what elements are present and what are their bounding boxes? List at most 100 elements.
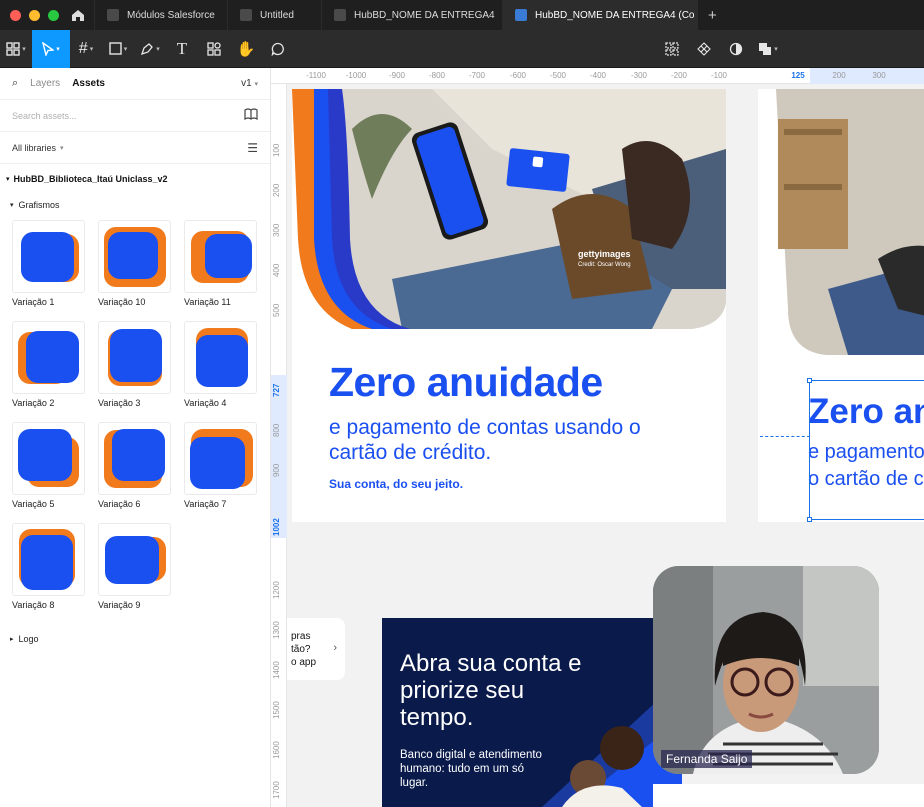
resize-handle[interactable] <box>807 378 812 383</box>
asset-thumbnail[interactable] <box>12 220 85 293</box>
new-tab-button[interactable]: + <box>698 7 727 24</box>
tab-layers[interactable]: Layers <box>30 78 60 89</box>
component-icon[interactable] <box>688 30 720 68</box>
contrast-icon[interactable] <box>720 30 752 68</box>
toolbar: ▾ ▾ # ▾ ▾ ▾ T ✋ ▾ <box>0 29 924 68</box>
asset-item[interactable]: Variação 3 <box>98 321 184 422</box>
tab-bar: Módulos Salesforce Untitled HubBD_NOME D… <box>0 0 924 30</box>
asset-item[interactable]: Variação 4 <box>184 321 270 422</box>
tagline[interactable]: Sua conta, do seu jeito. <box>329 477 463 491</box>
asset-thumbnail[interactable] <box>98 220 171 293</box>
text-icon: T <box>176 38 188 58</box>
resize-handle[interactable] <box>807 517 812 522</box>
list-view-icon[interactable]: ☰ <box>247 141 258 155</box>
comment-tool[interactable] <box>262 30 294 68</box>
tab-untitled[interactable]: Untitled <box>227 0 321 30</box>
asset-item[interactable]: Variação 10 <box>98 220 184 321</box>
caret-down-icon: ▾ <box>6 176 10 183</box>
bottom-strip <box>653 784 924 807</box>
group-logo[interactable]: ▸ Logo <box>0 628 270 650</box>
group-grafismos[interactable]: ▾ Grafismos <box>0 194 270 216</box>
asset-item[interactable]: Variação 6 <box>98 422 184 523</box>
hand-icon: ✋ <box>236 40 256 58</box>
grid-icon[interactable] <box>656 30 688 68</box>
pen-tool[interactable]: ▾ <box>134 30 166 68</box>
photo-credit-sub: Credit: Oscar Wong <box>578 262 631 268</box>
tab-hubbd-entrega4[interactable]: HubBD_NOME DA ENTREGA4 <box>321 0 502 30</box>
resources-icon <box>207 41 221 56</box>
asset-thumbnail[interactable] <box>98 523 171 596</box>
asset-item[interactable]: Variação 1 <box>12 220 98 321</box>
panel-tabs: ⌕ Layers Assets v1 ▾ <box>0 68 270 100</box>
file-icon <box>515 9 527 21</box>
rectangle-icon <box>109 42 122 55</box>
subheadline[interactable]: e pagamento de contas usando o cartão de… <box>329 415 659 465</box>
resources-tool[interactable] <box>198 30 230 68</box>
maximize-window-button[interactable] <box>48 9 59 21</box>
asset-thumbnail[interactable] <box>184 422 257 495</box>
chevron-right-icon: › <box>333 642 337 654</box>
asset-item[interactable]: Variação 8 <box>12 523 98 624</box>
file-icon <box>334 9 346 21</box>
ruler-vertical: 100 200 300 400 500 727 800 900 1002 120… <box>271 84 287 807</box>
measure-guide <box>760 436 810 437</box>
hero-photo: gettyimages Credit: Oscar Wong <box>292 89 726 333</box>
cursor-icon <box>42 41 55 56</box>
selection-box[interactable] <box>807 378 924 522</box>
asset-thumbnail[interactable] <box>98 422 171 495</box>
asset-thumbnail[interactable] <box>184 321 257 394</box>
banner-subline[interactable]: Banco digital e atendimento humano: tudo… <box>400 748 550 790</box>
asset-item[interactable]: Variação 5 <box>12 422 98 523</box>
window-controls <box>0 9 62 21</box>
artboard-zero-anuidade[interactable]: gettyimages Credit: Oscar Wong Zero anui… <box>292 89 726 522</box>
participant-name: Fernanda Saijo <box>661 750 753 768</box>
comment-icon <box>271 42 284 56</box>
boolean-icon[interactable]: ▾ <box>752 30 784 68</box>
headline[interactable]: Zero anuidade <box>329 359 603 406</box>
main-menu-button[interactable]: ▾ <box>0 30 32 68</box>
libraries-dropdown[interactable]: All libraries ▾ ☰ <box>0 132 270 164</box>
asset-thumbnail[interactable] <box>98 321 171 394</box>
shape-tool[interactable]: ▾ <box>102 30 134 68</box>
asset-thumbnail[interactable] <box>184 220 257 293</box>
photo-credit: gettyimages <box>578 249 631 259</box>
home-icon[interactable] <box>62 0 94 30</box>
hash-icon: # <box>78 39 88 57</box>
ruler-horizontal: -1100 -1000 -900 -800 -700 -600 -500 -40… <box>271 68 924 84</box>
asset-item[interactable]: Variação 2 <box>12 321 98 422</box>
tab-assets[interactable]: Assets <box>72 78 105 89</box>
library-header[interactable]: ▾ HubBD_Biblioteca_Itaú Uniclass_v2 <box>0 164 270 194</box>
file-icon <box>240 9 252 21</box>
version-selector[interactable]: v1 ▾ <box>241 78 258 89</box>
frame-tool[interactable]: # ▾ <box>70 30 102 68</box>
chevron-down-icon: ▾ <box>60 144 64 152</box>
partial-card[interactable]: pras tão? o app › <box>287 618 345 680</box>
move-tool[interactable]: ▾ <box>32 29 70 68</box>
hand-tool[interactable]: ✋ <box>230 30 262 68</box>
caret-right-icon: ▸ <box>10 636 14 643</box>
close-window-button[interactable] <box>10 9 21 21</box>
banner-headline[interactable]: Abra sua conta e priorize seu tempo. <box>400 650 590 731</box>
search-icon[interactable]: ⌕ <box>12 77 18 90</box>
banner-abra-sua-conta[interactable]: Abra sua conta e priorize seu tempo. Ban… <box>382 618 682 807</box>
book-icon[interactable] <box>244 108 258 123</box>
tab-modulos-salesforce[interactable]: Módulos Salesforce <box>94 0 227 30</box>
figma-window: Módulos Salesforce Untitled HubBD_NOME D… <box>0 0 924 807</box>
pen-icon <box>141 42 154 55</box>
asset-grid: Variação 1 Variação 10 Variação 11 Varia… <box>0 216 270 624</box>
asset-thumbnail[interactable] <box>12 321 85 394</box>
assets-panel: ⌕ Layers Assets v1 ▾ Search assets... Al… <box>0 68 271 807</box>
main-menu-icon <box>6 41 20 56</box>
minimize-window-button[interactable] <box>29 9 40 21</box>
asset-item[interactable]: Variação 11 <box>184 220 270 321</box>
asset-thumbnail[interactable] <box>12 422 85 495</box>
file-icon <box>107 9 119 21</box>
asset-item[interactable]: Variação 9 <box>98 523 184 624</box>
asset-thumbnail[interactable] <box>12 523 85 596</box>
tab-hubbd-entrega4-copy[interactable]: HubBD_NOME DA ENTREGA4 (Co ✕ <box>502 0 698 30</box>
search-assets-input[interactable]: Search assets... <box>0 100 270 132</box>
text-tool[interactable]: T <box>166 30 198 68</box>
caret-down-icon: ▾ <box>10 202 14 209</box>
asset-item[interactable]: Variação 7 <box>184 422 270 523</box>
video-call-tile[interactable]: Fernanda Saijo <box>653 566 879 774</box>
